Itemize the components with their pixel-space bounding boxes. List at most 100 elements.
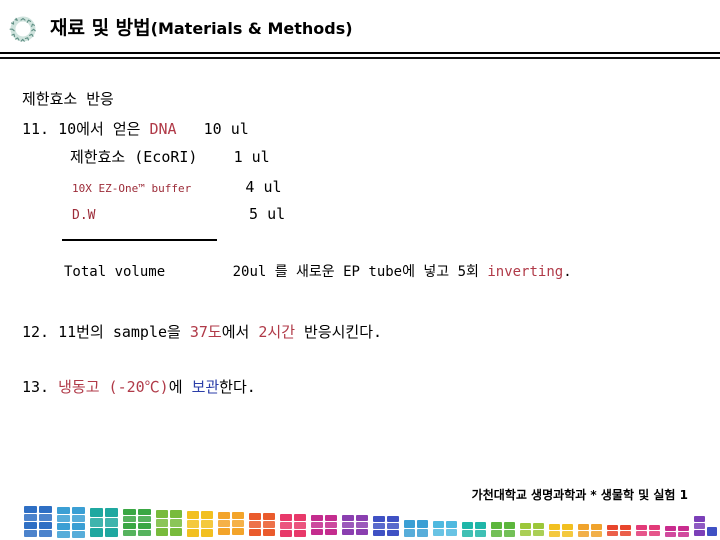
- step-11-amount: 10 ul: [176, 120, 249, 138]
- gel-band: [325, 529, 337, 535]
- gel-band: [475, 522, 486, 529]
- gel-band: [678, 526, 689, 531]
- step-13-action: 보관: [191, 378, 220, 396]
- step-12-duration: 2시간: [258, 323, 295, 341]
- gel-band: [591, 531, 602, 537]
- gel-band: [325, 522, 337, 528]
- gel-band: [123, 509, 136, 515]
- gel-band: [57, 515, 70, 522]
- header-divider-top: [0, 52, 720, 54]
- gel-band: [417, 520, 428, 528]
- dna-gel-band-decoration: [24, 502, 717, 538]
- gel-lane: [138, 509, 151, 536]
- gel-band: [138, 523, 151, 529]
- step-12-post: 반응시킨다.: [295, 323, 383, 341]
- gel-band: [24, 530, 37, 537]
- gel-band: [462, 530, 473, 537]
- gel-band: [187, 511, 199, 519]
- gel-band: [156, 528, 168, 536]
- gel-band: [39, 522, 52, 529]
- step-12-line: 12. 11번의 sample을 37도에서 2시간 반응시킨다.: [22, 323, 382, 341]
- gel-band: [504, 522, 515, 529]
- gel-band: [591, 524, 602, 530]
- gel-lane: [678, 526, 689, 537]
- gel-lane: [533, 523, 544, 536]
- gel-band: [446, 521, 457, 528]
- gel-band: [123, 523, 136, 529]
- gel-band: [232, 528, 244, 535]
- gel-lane: [170, 510, 182, 536]
- footer-credit: 가천대학교 생명과학과 * 생물학 및 실험 1: [471, 488, 688, 502]
- gel-band: [356, 522, 368, 528]
- wreath-circle-icon: [8, 14, 38, 44]
- gel-band: [72, 507, 85, 514]
- gel-band: [387, 523, 399, 529]
- gel-band: [138, 530, 151, 536]
- gel-lane: [491, 522, 502, 537]
- gel-band: [24, 522, 37, 529]
- gel-band: [170, 510, 182, 518]
- gel-band: [562, 531, 573, 537]
- gel-band: [72, 523, 85, 530]
- gel-band: [280, 522, 292, 529]
- gel-band: [636, 531, 647, 536]
- gel-band: [123, 530, 136, 536]
- gel-band: [694, 516, 705, 522]
- gel-lane: [694, 516, 705, 536]
- gel-band: [417, 529, 428, 537]
- gel-lane: [433, 521, 444, 536]
- gel-lane: [520, 523, 531, 536]
- gel-lane: [311, 515, 323, 536]
- gel-lane: [591, 524, 602, 537]
- gel-band: [665, 526, 676, 531]
- step-11-line: 11. 10에서 얻은 DNA 10 ul: [22, 120, 249, 138]
- step-13-post: 한다.: [219, 378, 256, 396]
- gel-band: [294, 522, 306, 529]
- step-13-line: 13. 냉동고 (-20℃)에 보관한다.: [22, 378, 256, 396]
- gel-lane: [446, 521, 457, 536]
- gel-band: [462, 522, 473, 529]
- gel-band: [201, 529, 213, 537]
- gel-lane: [294, 514, 306, 537]
- gel-band: [607, 525, 618, 530]
- gel-band: [39, 514, 52, 521]
- gel-band: [533, 530, 544, 536]
- gel-band: [187, 529, 199, 537]
- gel-band: [549, 524, 560, 530]
- gel-band: [138, 509, 151, 515]
- gel-band: [90, 518, 103, 527]
- gel-band: [433, 529, 444, 536]
- gel-band: [263, 521, 275, 528]
- step-13-pre: 13.: [22, 378, 59, 396]
- gel-lane: [218, 512, 230, 536]
- gel-band: [218, 528, 230, 535]
- gel-band: [218, 520, 230, 527]
- gel-lane: [342, 515, 354, 536]
- gel-band: [325, 515, 337, 521]
- gel-band: [57, 531, 70, 538]
- gel-band: [105, 508, 118, 517]
- gel-band: [491, 530, 502, 537]
- gel-lane: [620, 525, 631, 536]
- gel-lane: [280, 514, 292, 537]
- gel-band: [356, 515, 368, 521]
- dw-line: D.W 5 ul: [72, 205, 285, 225]
- gel-band: [356, 529, 368, 535]
- gel-band: [263, 513, 275, 520]
- step-11-prefix: 11. 10에서 얻은: [22, 120, 150, 138]
- page-title-en: (Materials & Methods): [150, 19, 353, 38]
- gel-lane: [562, 524, 573, 537]
- step-11-reagent: DNA: [149, 120, 177, 138]
- gel-band: [578, 531, 589, 537]
- gel-band: [433, 521, 444, 528]
- gel-band: [170, 528, 182, 536]
- gel-lane: [373, 516, 385, 536]
- gel-lane: [57, 507, 70, 538]
- gel-band: [665, 532, 676, 537]
- slide-body: 제한효소 반응 11. 10에서 얻은 DNA 10 ul 제한효소 (EcoR…: [0, 58, 720, 478]
- gel-band: [504, 530, 515, 537]
- gel-band: [311, 522, 323, 528]
- gel-band: [678, 532, 689, 537]
- gel-band: [138, 516, 151, 522]
- gel-band: [342, 529, 354, 535]
